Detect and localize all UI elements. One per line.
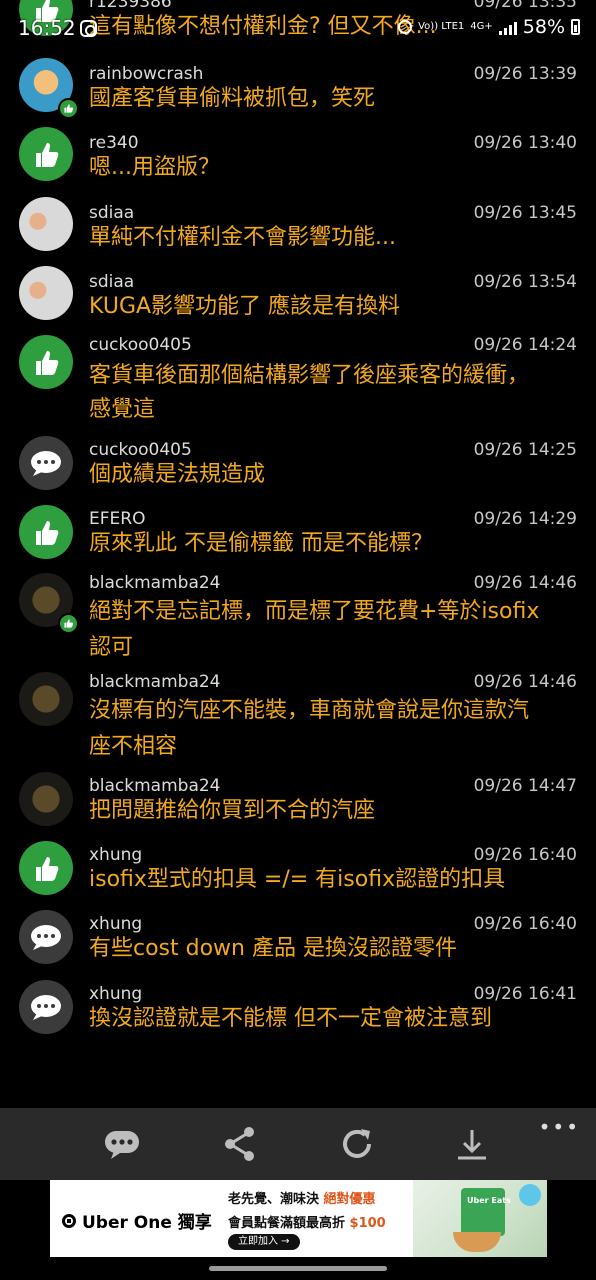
comment-username[interactable]: re340 bbox=[89, 133, 139, 153]
refresh-icon bbox=[343, 1129, 371, 1158]
comment-time: 09/26 14:29 bbox=[473, 509, 577, 529]
user-avatar[interactable] bbox=[19, 672, 73, 726]
ad-brand-text: Uber One 獨享 bbox=[82, 1213, 212, 1233]
comment-text: 這有點像不想付權利金? 但又不像... bbox=[89, 14, 437, 39]
ad-headline-text: 老先覺、潮味決 bbox=[228, 1192, 324, 1207]
comment-text: 把問題推給你買到不合的汽座 bbox=[89, 798, 376, 823]
comment-text-continued: 座不相容 bbox=[89, 734, 178, 759]
comment-icon bbox=[105, 1131, 139, 1159]
like-badge-icon bbox=[58, 613, 79, 634]
ad-cta-button[interactable]: 立即加入 → bbox=[228, 1234, 300, 1250]
comment-username[interactable]: xhung bbox=[89, 845, 142, 865]
ad-badge-icon bbox=[519, 1184, 541, 1206]
comment-list[interactable]: r1239386 09/26 13:35 這有點像不想付權利金? 但又不像...… bbox=[0, 0, 596, 1108]
comment-text: 國產客貨車偷料被抓包，笑死 bbox=[89, 86, 376, 111]
like-avatar-icon bbox=[19, 505, 73, 559]
refresh-button[interactable] bbox=[337, 1124, 377, 1164]
comment-text-continued: 認可 bbox=[89, 635, 134, 660]
comment-username[interactable]: xhung bbox=[89, 984, 142, 1004]
comment-time: 09/26 13:40 bbox=[473, 133, 577, 153]
like-badge-icon bbox=[58, 98, 79, 119]
comment-username[interactable]: rainbowcrash bbox=[89, 64, 203, 84]
comment-username[interactable]: cuckoo0405 bbox=[89, 440, 192, 460]
bottom-toolbar: ••• bbox=[0, 1108, 596, 1180]
comment-username[interactable]: EFERO bbox=[89, 509, 145, 529]
comment-text: 沒標有的汽座不能裝，車商就會說是你這款汽 bbox=[89, 698, 530, 723]
comment-time: 09/26 14:25 bbox=[473, 440, 577, 460]
scroll-bottom-button[interactable] bbox=[452, 1124, 492, 1164]
comment-username[interactable]: blackmamba24 bbox=[89, 776, 221, 796]
comment-text: 絕對不是忘記標，而是標了要花費+等於isofix bbox=[89, 599, 540, 624]
share-button[interactable] bbox=[220, 1124, 260, 1164]
comment-avatar-icon bbox=[19, 980, 73, 1034]
ad-subline-text: 會員點餐滿額最高折 bbox=[228, 1216, 350, 1231]
like-avatar-icon bbox=[19, 335, 73, 389]
comment-time: 09/26 16:40 bbox=[473, 845, 577, 865]
comment-avatar-icon bbox=[19, 910, 73, 964]
ad-subline-highlight: $100 bbox=[349, 1216, 386, 1231]
comment-time: 09/26 16:41 bbox=[473, 984, 577, 1004]
comment-username[interactable]: cuckoo0405 bbox=[89, 335, 192, 355]
like-avatar-icon bbox=[19, 0, 73, 36]
comment-username[interactable]: blackmamba24 bbox=[89, 672, 221, 692]
comment-time: 09/26 13:54 bbox=[473, 272, 577, 292]
comment-username[interactable]: sdiaa bbox=[89, 272, 134, 292]
user-avatar[interactable] bbox=[19, 266, 73, 320]
comment-text: 嗯...用盜版？ bbox=[89, 155, 220, 180]
ad-bag-text: Uber Eats bbox=[467, 1196, 511, 1205]
comment-text: 個成績是法規造成 bbox=[89, 462, 266, 487]
comment-username[interactable]: blackmamba24 bbox=[89, 573, 221, 593]
ad-brand: Uber One 獨享 bbox=[62, 1208, 212, 1233]
share-icon bbox=[225, 1127, 254, 1161]
comment-username[interactable]: xhung bbox=[89, 914, 142, 934]
food-bowl bbox=[453, 1232, 501, 1252]
comment-username[interactable]: sdiaa bbox=[89, 203, 134, 223]
ad-area: Uber One 獨享 老先覺、潮味決 絕對優惠 會員點餐滿額最高折 $100 … bbox=[0, 1180, 596, 1280]
comment-time: 09/26 14:46 bbox=[473, 573, 577, 593]
uber-one-logo-icon bbox=[62, 1213, 76, 1228]
ad-headline: 老先覺、潮味決 絕對優惠 bbox=[228, 1188, 376, 1207]
comment-text: isofix型式的扣具 =/= 有isofix認證的扣具 bbox=[89, 867, 506, 892]
comment-text: 換沒認證就是不能標 但不一定會被注意到 bbox=[89, 1006, 492, 1031]
comment-button[interactable] bbox=[102, 1124, 142, 1164]
home-indicator[interactable] bbox=[209, 1266, 387, 1271]
comment-text: KUGA影響功能了 應該是有換料 bbox=[89, 294, 401, 319]
more-menu-button[interactable]: ••• bbox=[539, 1117, 580, 1137]
comment-text: 原來乳此 不是偷標籤 而是不能標？ bbox=[89, 531, 433, 556]
comment-text: 客貨車後面那個結構影響了後座乘客的緩衝， bbox=[89, 363, 530, 388]
comment-avatar-icon bbox=[19, 436, 73, 490]
comment-text: 有些cost down 產品 是換沒認證零件 bbox=[89, 936, 457, 961]
user-avatar[interactable] bbox=[19, 197, 73, 251]
ad-food-image: Uber Eats bbox=[413, 1180, 547, 1257]
comment-time: 09/26 16:40 bbox=[473, 914, 577, 934]
comment-time: 09/26 14:47 bbox=[473, 776, 577, 796]
like-avatar-icon bbox=[19, 127, 73, 181]
like-avatar-icon bbox=[19, 841, 73, 895]
comment-time: 09/26 14:24 bbox=[473, 335, 577, 355]
comment-time: 09/26 14:46 bbox=[473, 672, 577, 692]
download-arrow-icon bbox=[458, 1130, 486, 1160]
comment-text-continued: 感覺這 bbox=[89, 397, 156, 422]
ad-banner[interactable]: Uber One 獨享 老先覺、潮味決 絕對優惠 會員點餐滿額最高折 $100 … bbox=[50, 1180, 547, 1257]
user-avatar[interactable] bbox=[19, 772, 73, 826]
ad-subline: 會員點餐滿額最高折 $100 bbox=[228, 1212, 386, 1231]
comment-time: 09/26 13:39 bbox=[473, 64, 577, 84]
comment-text: 單純不付權利金不會影響功能... bbox=[89, 225, 396, 250]
ad-headline-highlight: 絕對優惠 bbox=[323, 1192, 376, 1207]
comment-time: 09/26 13:45 bbox=[473, 203, 577, 223]
